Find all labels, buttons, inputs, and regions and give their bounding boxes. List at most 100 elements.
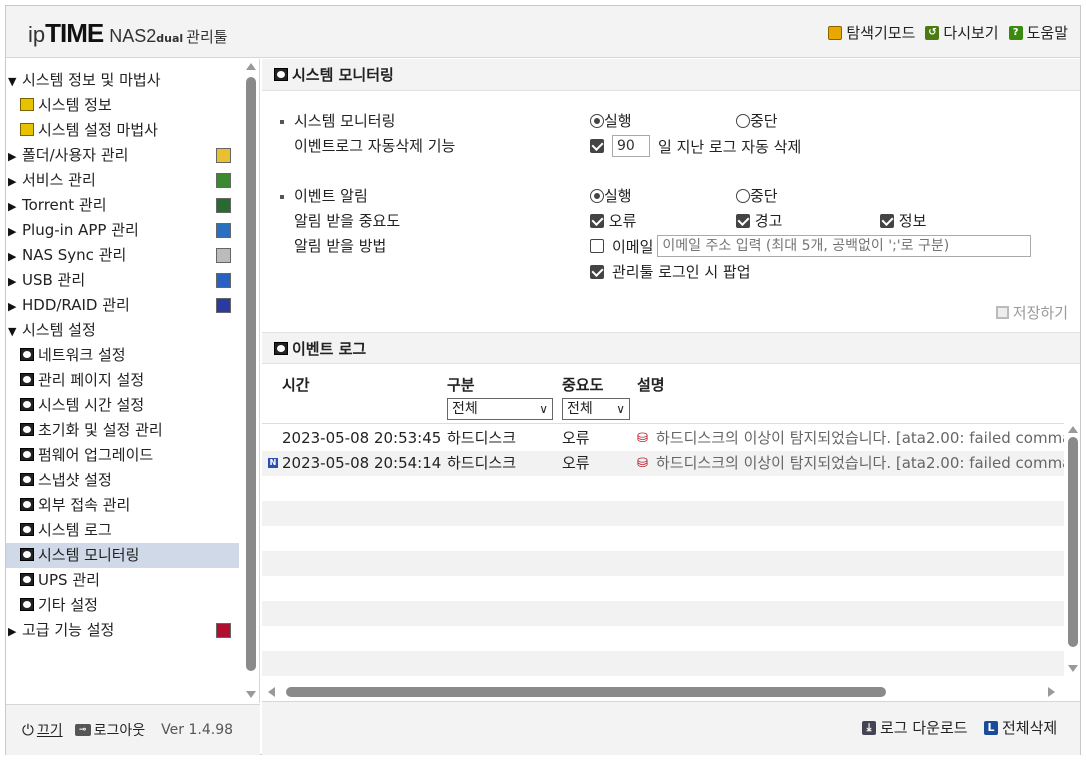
plugin-icon (216, 223, 231, 238)
logout-button[interactable]: ⊸ 로그아웃 (74, 720, 145, 740)
monitoring-stop-radio[interactable]: 중단 (736, 110, 778, 131)
sidebar-group-folder-user[interactable]: ▶ 폴더/사용자 관리 (6, 143, 239, 168)
version-text: Ver 1.4.98 (161, 722, 234, 738)
scroll-right-icon[interactable] (1048, 687, 1055, 697)
scroll-up-icon[interactable] (1068, 426, 1078, 433)
sidebar-group-usb[interactable]: ▶ USB 관리 (6, 268, 239, 293)
hdd-error-icon: ⛁ (637, 456, 648, 471)
reload-button[interactable]: ↺ 다시보기 (925, 22, 999, 43)
sync-icon (216, 248, 231, 263)
monitoring-run-radio[interactable]: 실행 (590, 110, 632, 131)
severity-label: 알림 받을 중요도 (294, 212, 401, 230)
sidebar-item-system-monitoring[interactable]: 시스템 모니터링 (6, 543, 239, 568)
sidebar-group-hdd-raid[interactable]: ▶ HDD/RAID 관리 (6, 293, 239, 318)
scroll-up-icon[interactable] (246, 63, 256, 70)
radio-selected-icon[interactable] (590, 114, 604, 128)
sidebar-group-torrent[interactable]: ▶ Torrent 관리 (6, 193, 239, 218)
table-row-empty (262, 651, 1064, 676)
col-header-time: 시간 (282, 376, 310, 394)
folder-user-icon (216, 148, 231, 163)
sidebar-group-system-settings[interactable]: ▼ 시스템 설정 (6, 318, 239, 343)
checkbox-checked-icon[interactable] (590, 214, 604, 228)
col-header-category: 구분 (447, 376, 475, 394)
sidebar-scroll-thumb[interactable] (246, 77, 256, 671)
sidebar-item-setup-wizard[interactable]: 시스템 설정 마법사 (6, 118, 239, 143)
autodelete-days-input[interactable] (612, 135, 650, 157)
new-badge-icon: N (268, 458, 278, 468)
sidebar-item-label: 시스템 로그 (38, 521, 112, 539)
sidebar-item-system-time[interactable]: 시스템 시간 설정 (6, 393, 239, 418)
sidebar-group-service[interactable]: ▶ 서비스 관리 (6, 168, 239, 193)
severity-info-checkbox[interactable]: 정보 (880, 210, 926, 231)
cell-time: 2023-05-08 20:54:14 (282, 454, 442, 472)
key-icon: ⊸ (74, 724, 91, 736)
radio-selected-icon[interactable] (590, 189, 604, 203)
save-button[interactable]: 저장하기 (995, 302, 1068, 323)
table-row[interactable]: N 2023-05-08 20:54:14 하드디스크 오류 ⛁ 하드디스크의 … (262, 451, 1064, 476)
cell-category: 하드디스크 (447, 454, 517, 472)
sidebar-scrollbar[interactable] (244, 59, 258, 703)
severity-warning-checkbox[interactable]: 경고 (736, 210, 782, 231)
sev-error-label: 오류 (608, 212, 637, 230)
sidebar-item-external-access[interactable]: 외부 접속 관리 (6, 493, 239, 518)
collapsed-triangle-icon: ▶ (8, 275, 17, 288)
table-horizontal-scrollbar[interactable] (262, 685, 1064, 699)
alert-stop-radio[interactable]: 중단 (736, 185, 778, 206)
autodelete-checkbox[interactable] (590, 139, 604, 153)
monitoring-title: 시스템 모니터링 (292, 66, 394, 84)
radio-icon[interactable] (736, 189, 750, 203)
collapsed-triangle-icon: ▶ (8, 250, 17, 263)
chevron-down-icon: ∨ (539, 402, 548, 416)
scroll-down-icon[interactable] (246, 691, 256, 698)
delete-all-label: 전체삭제 (1002, 719, 1058, 737)
severity-filter-select[interactable]: 전체 ∨ (562, 398, 630, 420)
sidebar-item-network[interactable]: 네트워크 설정 (6, 343, 239, 368)
popup-checkbox[interactable] (590, 264, 604, 279)
sidebar-item-snapshot[interactable]: 스냅샷 설정 (6, 468, 239, 493)
table-vertical-scroll-thumb[interactable] (1068, 437, 1078, 647)
log-download-label: 로그 다운로드 (880, 719, 968, 737)
expanded-triangle-icon: ▼ (8, 75, 17, 88)
email-checkbox[interactable] (590, 239, 604, 253)
severity-error-checkbox[interactable]: 오류 (590, 210, 636, 231)
table-row-empty (262, 601, 1064, 626)
category-filter-select[interactable]: 전체 ∨ (447, 398, 553, 420)
table-horizontal-scroll-thumb[interactable] (286, 687, 886, 697)
sidebar-group-nas-sync[interactable]: ▶ NAS Sync 관리 (6, 243, 239, 268)
sidebar-item-system-info[interactable]: 시스템 정보 (6, 93, 239, 118)
collapsed-triangle-icon: ▶ (8, 175, 17, 188)
sidebar-item-system-log[interactable]: 시스템 로그 (6, 518, 239, 543)
sidebar-item-other-settings[interactable]: 기타 설정 (6, 593, 239, 618)
explorer-mode-button[interactable]: 탐색기모드 (828, 22, 915, 43)
checkbox-checked-icon[interactable] (736, 214, 750, 228)
sidebar-item-label: 초기화 및 설정 관리 (38, 421, 163, 439)
stop-label: 중단 (750, 112, 778, 130)
table-row[interactable]: 2023-05-08 20:53:45 하드디스크 오류 ⛁ 하드디스크의 이상… (262, 426, 1064, 451)
sidebar-item-label: 서비스 관리 (22, 171, 96, 189)
scroll-left-icon[interactable] (268, 687, 275, 697)
table-row-empty (262, 576, 1064, 601)
delete-all-button[interactable]: L 전체삭제 (984, 717, 1057, 738)
sidebar-item-admin-page[interactable]: 관리 페이지 설정 (6, 368, 239, 393)
table-vertical-scrollbar[interactable] (1065, 423, 1080, 685)
eventlog-title: 이벤트 로그 (292, 340, 367, 358)
eventlog-section-header: 이벤트 로그 (262, 332, 1080, 364)
logo-dual: dual (156, 32, 184, 45)
sidebar-item-reset[interactable]: 초기화 및 설정 관리 (6, 418, 239, 443)
save-icon (995, 306, 1009, 319)
checkbox-checked-icon[interactable] (880, 214, 894, 228)
sidebar-group-plugin[interactable]: ▶ Plug-in APP 관리 (6, 218, 239, 243)
scroll-down-icon[interactable] (1068, 665, 1078, 672)
sidebar-group-system-info[interactable]: ▼ 시스템 정보 및 마법사 (6, 68, 239, 93)
save-label: 저장하기 (1012, 304, 1068, 322)
sidebar-item-firmware[interactable]: 펌웨어 업그레이드 (6, 443, 239, 468)
sidebar-group-advanced[interactable]: ▶ 고급 기능 설정 (6, 618, 239, 643)
help-button[interactable]: ? 도움말 (1008, 22, 1068, 43)
sidebar-item-ups[interactable]: UPS 관리 (6, 568, 239, 593)
radio-icon[interactable] (736, 114, 750, 128)
power-off-button[interactable]: ⏻ 끄기 (22, 720, 63, 740)
eventlog-table: 2023-05-08 20:53:45 하드디스크 오류 ⛁ 하드디스크의 이상… (262, 423, 1064, 685)
alert-run-radio[interactable]: 실행 (590, 185, 632, 206)
log-download-button[interactable]: ⤓ 로그 다운로드 (862, 717, 968, 738)
email-input[interactable] (657, 235, 1032, 257)
